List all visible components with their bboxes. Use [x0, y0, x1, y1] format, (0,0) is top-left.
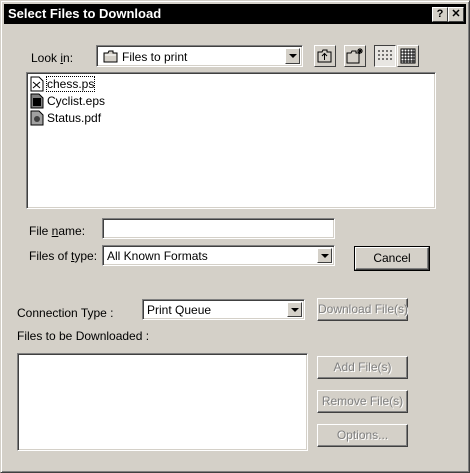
details-view-button[interactable] — [397, 45, 419, 67]
files-of-type-select[interactable]: All Known Formats — [102, 245, 335, 266]
file-name-input[interactable] — [102, 218, 335, 239]
new-folder-icon — [346, 48, 363, 64]
file-name: chess.ps — [45, 76, 96, 92]
look-in-dropdown-button[interactable] — [285, 48, 300, 64]
pdf-file-icon — [30, 110, 44, 126]
eps-file-icon — [30, 93, 44, 109]
folder-icon — [103, 50, 119, 66]
connection-type-value: Print Queue — [147, 303, 212, 317]
postscript-file-icon — [30, 76, 44, 92]
download-list[interactable] — [17, 353, 308, 451]
file-list[interactable]: chess.ps Cyclist.eps Status.pdf — [26, 72, 436, 209]
list-view-button[interactable] — [374, 45, 396, 67]
look-in-label: Look in: — [31, 51, 74, 65]
dialog-window: Select Files to Download ? ✕ Look in: Fi… — [0, 0, 470, 473]
new-folder-button[interactable] — [344, 45, 366, 67]
file-name: Status.pdf — [47, 111, 102, 125]
files-of-type-dropdown-button[interactable] — [317, 248, 332, 263]
chevron-down-icon — [291, 308, 299, 312]
title-bar[interactable]: Select Files to Download ? ✕ — [4, 4, 466, 24]
files-to-be-downloaded-label: Files to be Downloaded : — [17, 329, 150, 343]
up-folder-button[interactable] — [314, 45, 336, 67]
dialog-title: Select Files to Download — [8, 6, 162, 21]
help-button[interactable]: ? — [432, 7, 448, 22]
chevron-down-icon — [289, 54, 297, 58]
list-view-icon — [378, 50, 392, 60]
up-folder-icon — [317, 49, 332, 63]
connection-type-label: Connection Type : — [17, 306, 114, 320]
connection-type-select[interactable]: Print Queue — [142, 299, 305, 320]
connection-type-dropdown-button[interactable] — [287, 302, 302, 317]
details-view-icon — [400, 48, 416, 64]
cancel-button[interactable]: Cancel — [354, 246, 430, 271]
add-files-button[interactable]: Add File(s) — [317, 356, 408, 379]
files-of-type-value: All Known Formats — [107, 249, 208, 263]
close-button[interactable]: ✕ — [448, 7, 464, 22]
file-name-label: File name: — [29, 224, 86, 238]
options-button[interactable]: Options... — [317, 424, 408, 447]
file-name: Cyclist.eps — [47, 94, 106, 108]
chevron-down-icon — [321, 254, 329, 258]
remove-files-button[interactable]: Remove File(s) — [317, 390, 408, 413]
look-in-combo[interactable]: Files to print — [96, 45, 303, 67]
look-in-value: Files to print — [122, 50, 188, 64]
files-of-type-label: Files of type: — [29, 249, 98, 263]
download-files-button[interactable]: Download File(s) — [317, 298, 408, 321]
